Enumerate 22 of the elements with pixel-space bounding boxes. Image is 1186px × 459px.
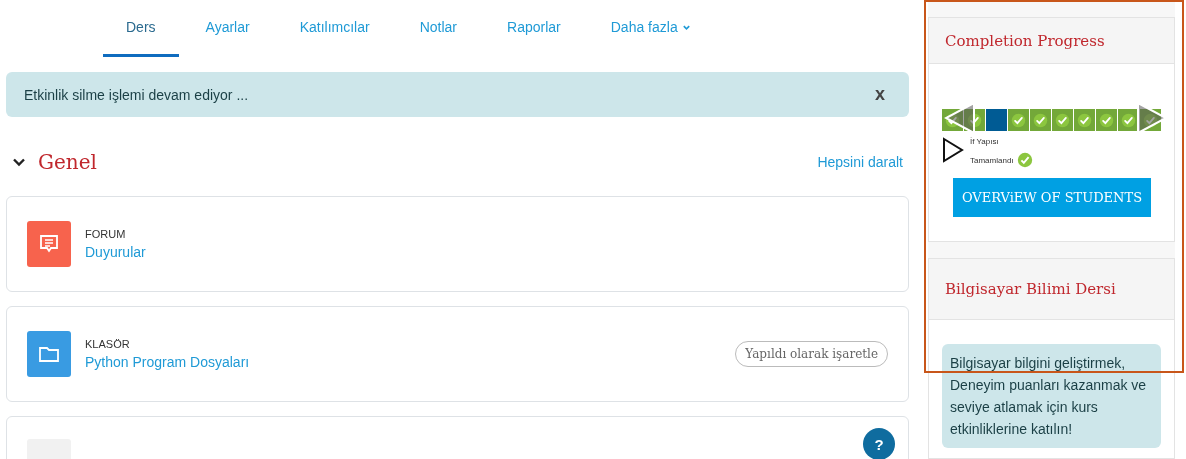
activity-link[interactable]: Duyurular xyxy=(85,244,888,260)
block-title: Bilgisayar Bilimi Dersi xyxy=(945,280,1116,298)
overview-button[interactable]: OVERViEW OF STUDENTS xyxy=(953,178,1151,217)
activity-type: KLASÖR xyxy=(85,338,131,350)
info-message: Bilgisayar bilgini geliştirmek, Deneyim puanları kazanmak ve seviye atlamak için kurs etkinliklerine katılın! xyxy=(942,344,1161,448)
section-title: Genel xyxy=(38,150,98,174)
close-button[interactable]: x xyxy=(869,83,891,106)
activity-type: FORUM xyxy=(85,228,127,240)
nav-tab[interactable]: Ayarlar xyxy=(182,0,273,57)
nav-tab[interactable]: Ders xyxy=(103,0,179,57)
activity-name: İf Yapısı xyxy=(970,137,1000,146)
mark-done-button[interactable]: Yapıldı olarak işaretle xyxy=(735,341,888,367)
nav-tab[interactable]: Raporlar xyxy=(484,0,584,57)
nav-tab[interactable]: Katılımcılar xyxy=(276,0,393,57)
nav-tab[interactable]: Notlar xyxy=(396,0,481,57)
collapse-all-link[interactable]: Hepsini daralt xyxy=(817,154,903,170)
activity-status: Tamamlandı xyxy=(970,155,1014,165)
nav-tab[interactable]: Daha fazla xyxy=(587,0,714,57)
activity-link[interactable]: Python Program Dosyaları xyxy=(85,354,722,370)
alert-text: Etkinlik silme işlemi devam ediyor ... xyxy=(24,86,249,103)
block-title: Completion Progress xyxy=(945,31,1105,50)
help-button[interactable]: ? xyxy=(863,428,895,459)
